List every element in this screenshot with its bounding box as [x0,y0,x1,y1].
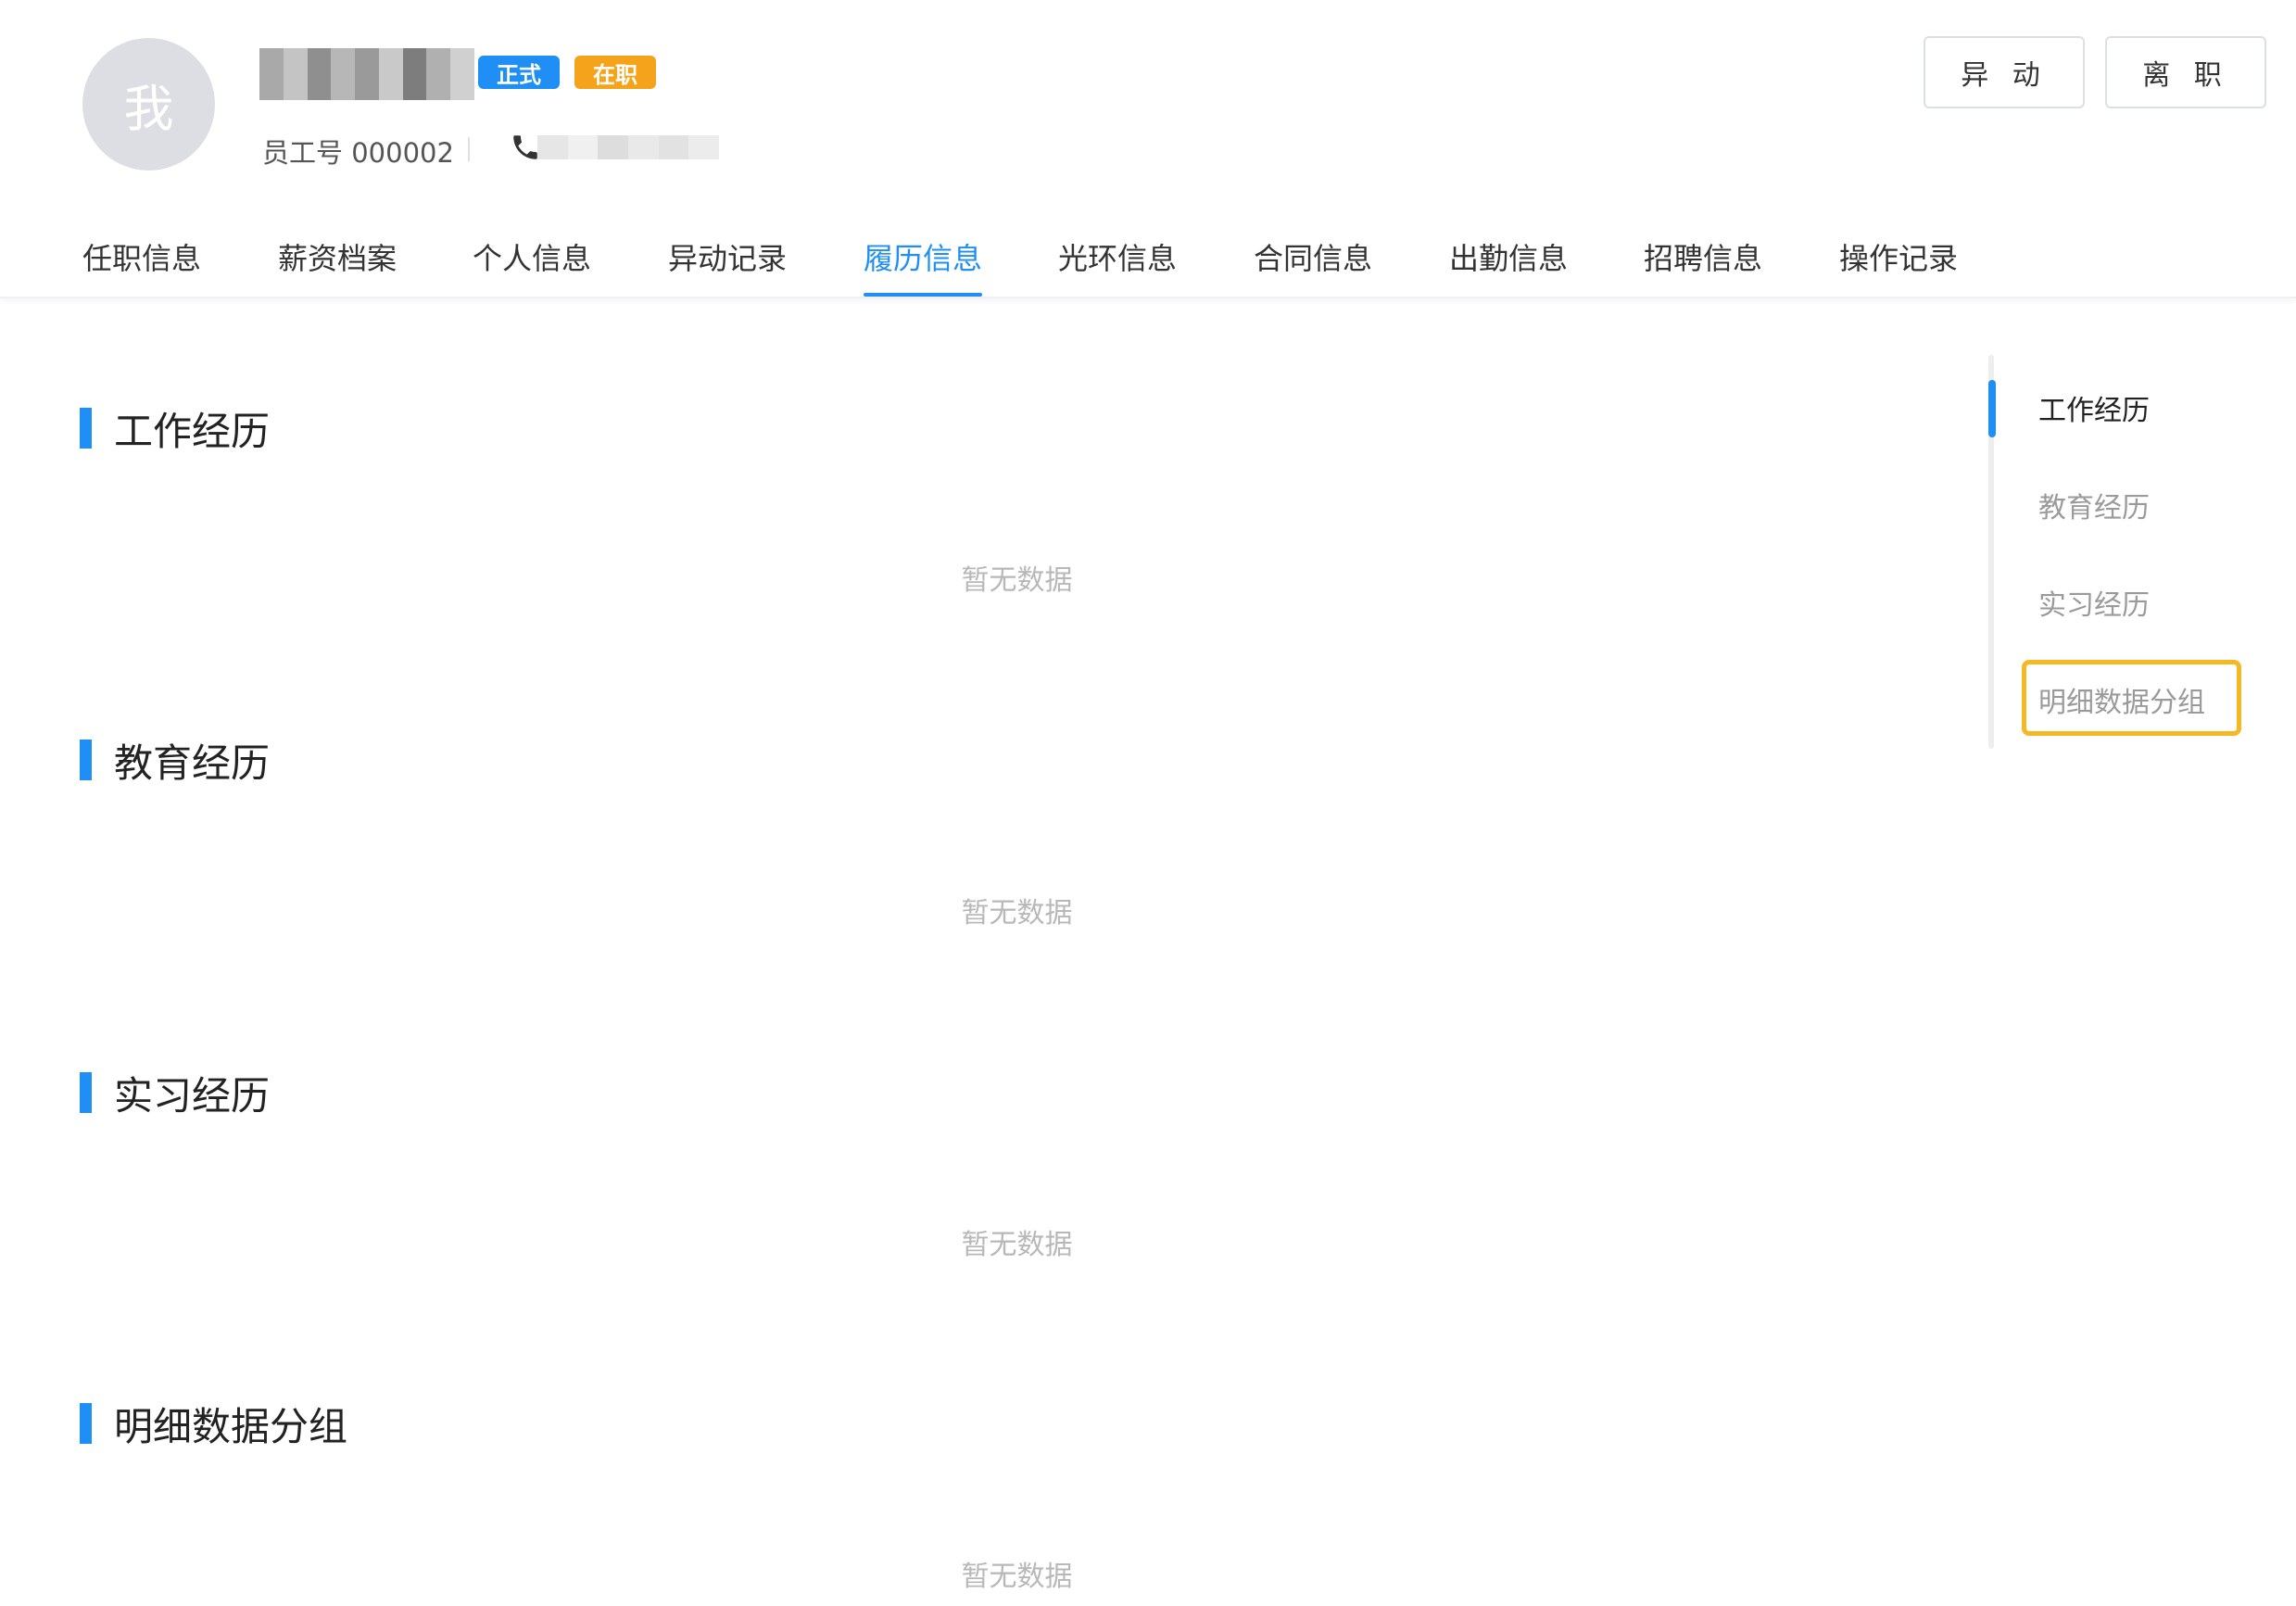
status-badge-active: 在职 [574,56,656,89]
tab-change-records[interactable]: 异动记录 [668,235,787,297]
empty-state-text: 暂无数据 [961,897,1073,929]
section-title-education: 教育经历 [80,740,270,786]
section-accent-bar [80,1403,92,1444]
section-title-internship: 实习经历 [80,1072,270,1119]
empty-state-text: 暂无数据 [961,564,1073,597]
anchor-item-detail-data-group[interactable]: 明细数据分组 [2038,679,2205,720]
empty-state-text: 暂无数据 [961,1561,1073,1593]
section-title-text: 明细数据分组 [114,1403,348,1449]
section-title-detail-data-group: 明细数据分组 [80,1403,347,1449]
empty-state-text: 暂无数据 [961,1229,1073,1261]
employee-number: 员工号 000002 [262,137,454,169]
tab-contract-info[interactable]: 合同信息 [1254,235,1372,297]
avatar: 我 [82,38,215,171]
tab-attendance-info[interactable]: 出勤信息 [1449,235,1568,297]
section-title-text: 工作经历 [114,408,271,454]
profile-tabs: 任职信息 薪资档案 个人信息 异动记录 履历信息 光环信息 合同信息 出勤信息 … [0,222,2296,298]
transfer-button[interactable]: 异 动 [1924,36,2085,108]
employee-name-redacted [259,48,475,100]
section-title-text: 教育经历 [114,740,271,786]
anchor-item-education[interactable]: 教育经历 [2038,485,2150,525]
phone-icon [513,135,537,159]
employee-profile-page: 我 正式 在职 员工号 000002 异 动 离 职 任职信息 薪资档案 个人信… [0,0,2296,1606]
avatar-text: 我 [123,80,174,138]
tab-operation-records[interactable]: 操作记录 [1839,235,1958,297]
tab-salary-file[interactable]: 薪资档案 [278,235,397,297]
meta-divider [468,137,470,161]
tab-recruitment-info[interactable]: 招聘信息 [1644,235,1762,297]
tab-personal-info[interactable]: 个人信息 [473,235,591,297]
section-accent-bar [80,1072,92,1113]
tab-halo-info[interactable]: 光环信息 [1058,235,1177,297]
section-accent-bar [80,408,92,449]
status-badge-formal: 正式 [478,56,560,89]
anchor-item-internship[interactable]: 实习经历 [2038,582,2150,623]
tab-resume-info[interactable]: 履历信息 [864,235,983,297]
tab-job-info[interactable]: 任职信息 [82,235,201,297]
resign-button[interactable]: 离 职 [2105,36,2266,108]
phone-number-redacted [537,135,720,159]
section-title-work-experience: 工作经历 [80,408,270,454]
section-accent-bar [80,740,92,780]
anchor-item-work-experience[interactable]: 工作经历 [2038,387,2150,428]
anchor-nav-active-indicator [1988,380,1996,437]
section-title-text: 实习经历 [114,1072,271,1119]
